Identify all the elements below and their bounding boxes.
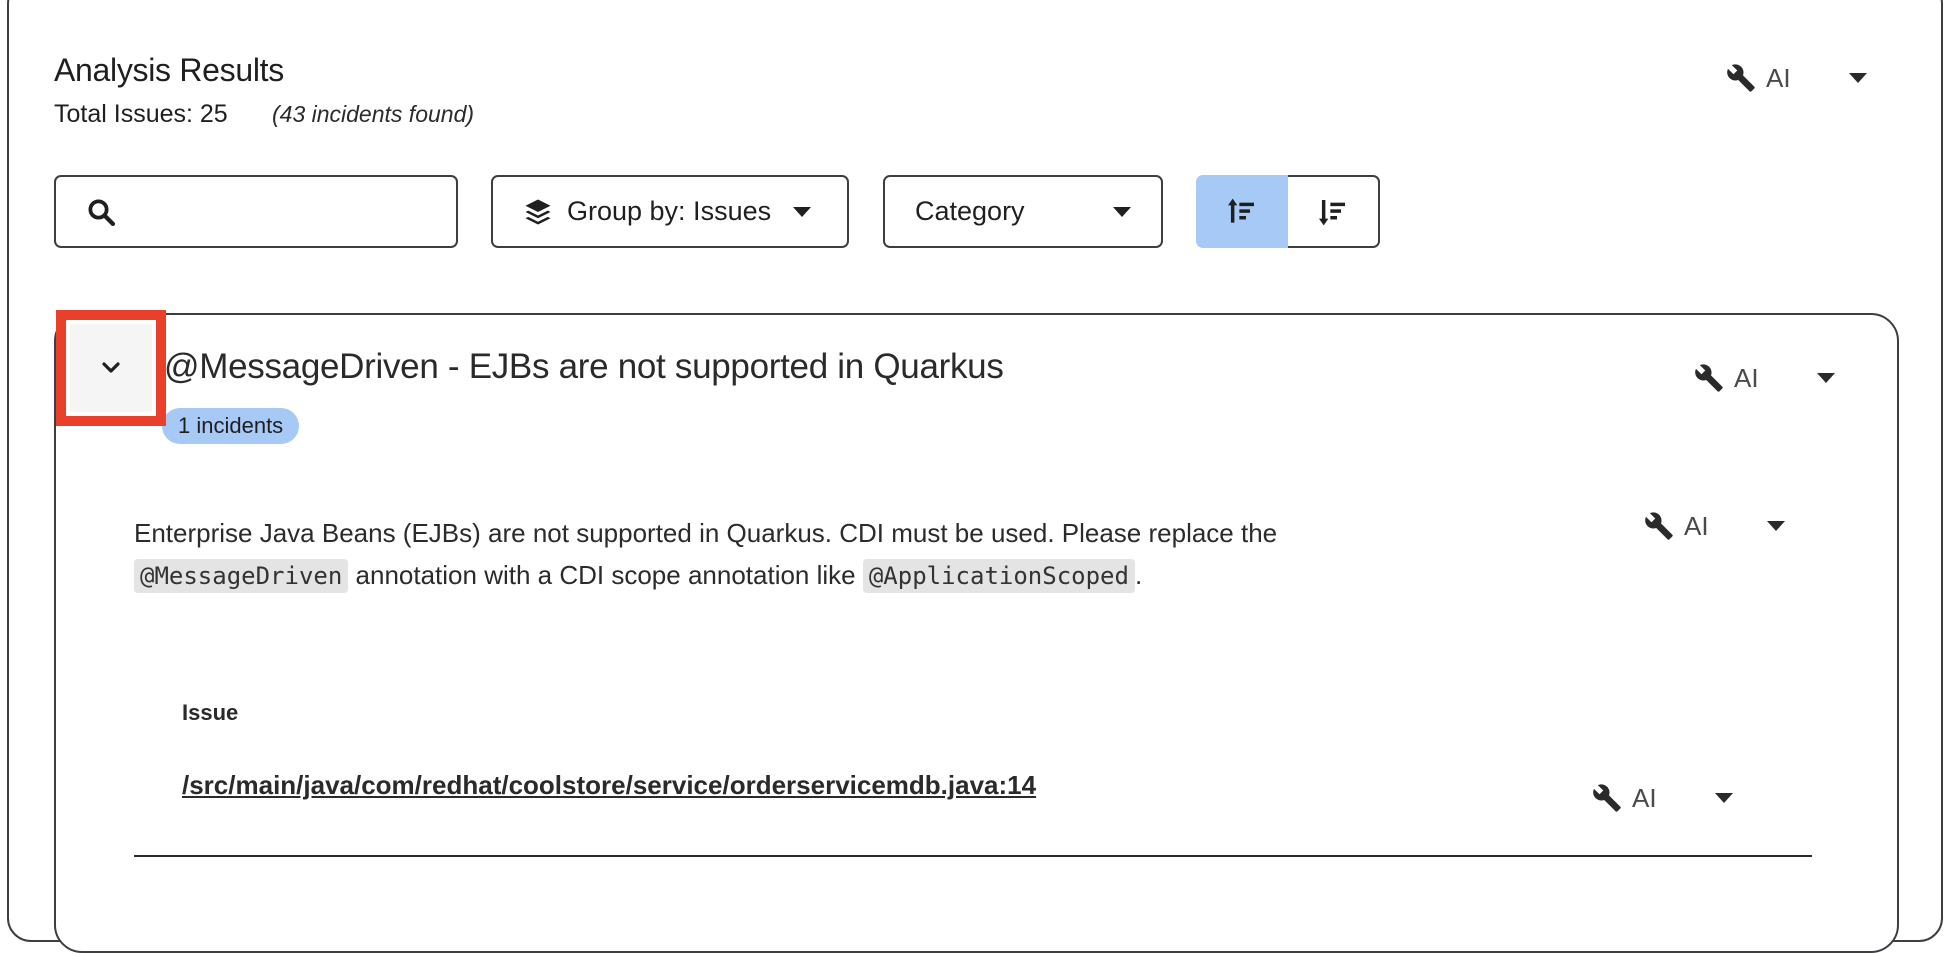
- ai-label: AI: [1766, 62, 1791, 93]
- ai-label: AI: [1684, 510, 1709, 541]
- caret-down-icon: [1766, 521, 1785, 531]
- sort-ascending-icon: [1228, 198, 1254, 223]
- layers-icon: [525, 199, 551, 224]
- issue-description: Enterprise Java Beans (EJBs) are not sup…: [134, 512, 1484, 597]
- code-application-scoped: @ApplicationScoped: [862, 559, 1135, 593]
- issue-title: @MessageDriven - EJBs are not supported …: [164, 347, 1004, 386]
- ai-label: AI: [1632, 782, 1657, 813]
- description-text: annotation with a CDI scope annotation l…: [355, 560, 856, 590]
- ai-action-menu-incident[interactable]: AI: [1592, 778, 1733, 818]
- ai-action-menu-global[interactable]: AI: [1726, 58, 1867, 98]
- incident-file-link[interactable]: /src/main/java/com/redhat/coolstore/serv…: [182, 770, 1036, 801]
- incident-column-heading: Issue: [182, 700, 239, 725]
- caret-down-icon: [1714, 793, 1733, 803]
- sort-ascending-button[interactable]: [1196, 175, 1288, 248]
- search-field[interactable]: [54, 175, 458, 248]
- expand-toggle-button[interactable]: [70, 324, 152, 412]
- group-by-label: Group by: Issues: [567, 196, 772, 226]
- code-message-driven: @MessageDriven: [134, 559, 349, 593]
- caret-down-icon: [1848, 73, 1867, 83]
- wrench-icon: [1593, 784, 1621, 812]
- ai-label: AI: [1734, 362, 1759, 393]
- wrench-icon: [1727, 64, 1755, 92]
- sort-descending-button[interactable]: [1288, 175, 1380, 248]
- group-by-dropdown[interactable]: Group by: Issues: [491, 175, 849, 248]
- description-text: .: [1134, 560, 1143, 590]
- caret-down-icon: [1113, 206, 1131, 217]
- category-label: Category: [915, 196, 1025, 226]
- chevron-down-icon: [102, 362, 120, 373]
- incidents-found-count: (43 incidents found): [272, 101, 475, 127]
- ai-action-menu-description[interactable]: AI: [1644, 506, 1785, 546]
- sort-toggle-group: [1196, 175, 1380, 248]
- caret-down-icon: [1816, 373, 1835, 383]
- page-title: Analysis Results: [54, 52, 284, 88]
- sort-descending-icon: [1319, 199, 1345, 225]
- search-input[interactable]: [130, 196, 450, 227]
- incident-count-badge: 1 incidents: [162, 408, 300, 444]
- caret-down-icon: [793, 206, 812, 217]
- description-text: Enterprise Java Beans (EJBs) are not sup…: [134, 518, 1278, 548]
- total-issues-count: Total Issues: 25: [54, 100, 228, 128]
- issue-card: [54, 313, 1899, 953]
- search-icon: [88, 199, 116, 226]
- divider: [134, 855, 1812, 857]
- wrench-icon: [1645, 512, 1673, 540]
- wrench-icon: [1695, 364, 1723, 392]
- category-dropdown[interactable]: Category: [883, 175, 1163, 248]
- ai-action-menu-issue[interactable]: AI: [1694, 358, 1835, 398]
